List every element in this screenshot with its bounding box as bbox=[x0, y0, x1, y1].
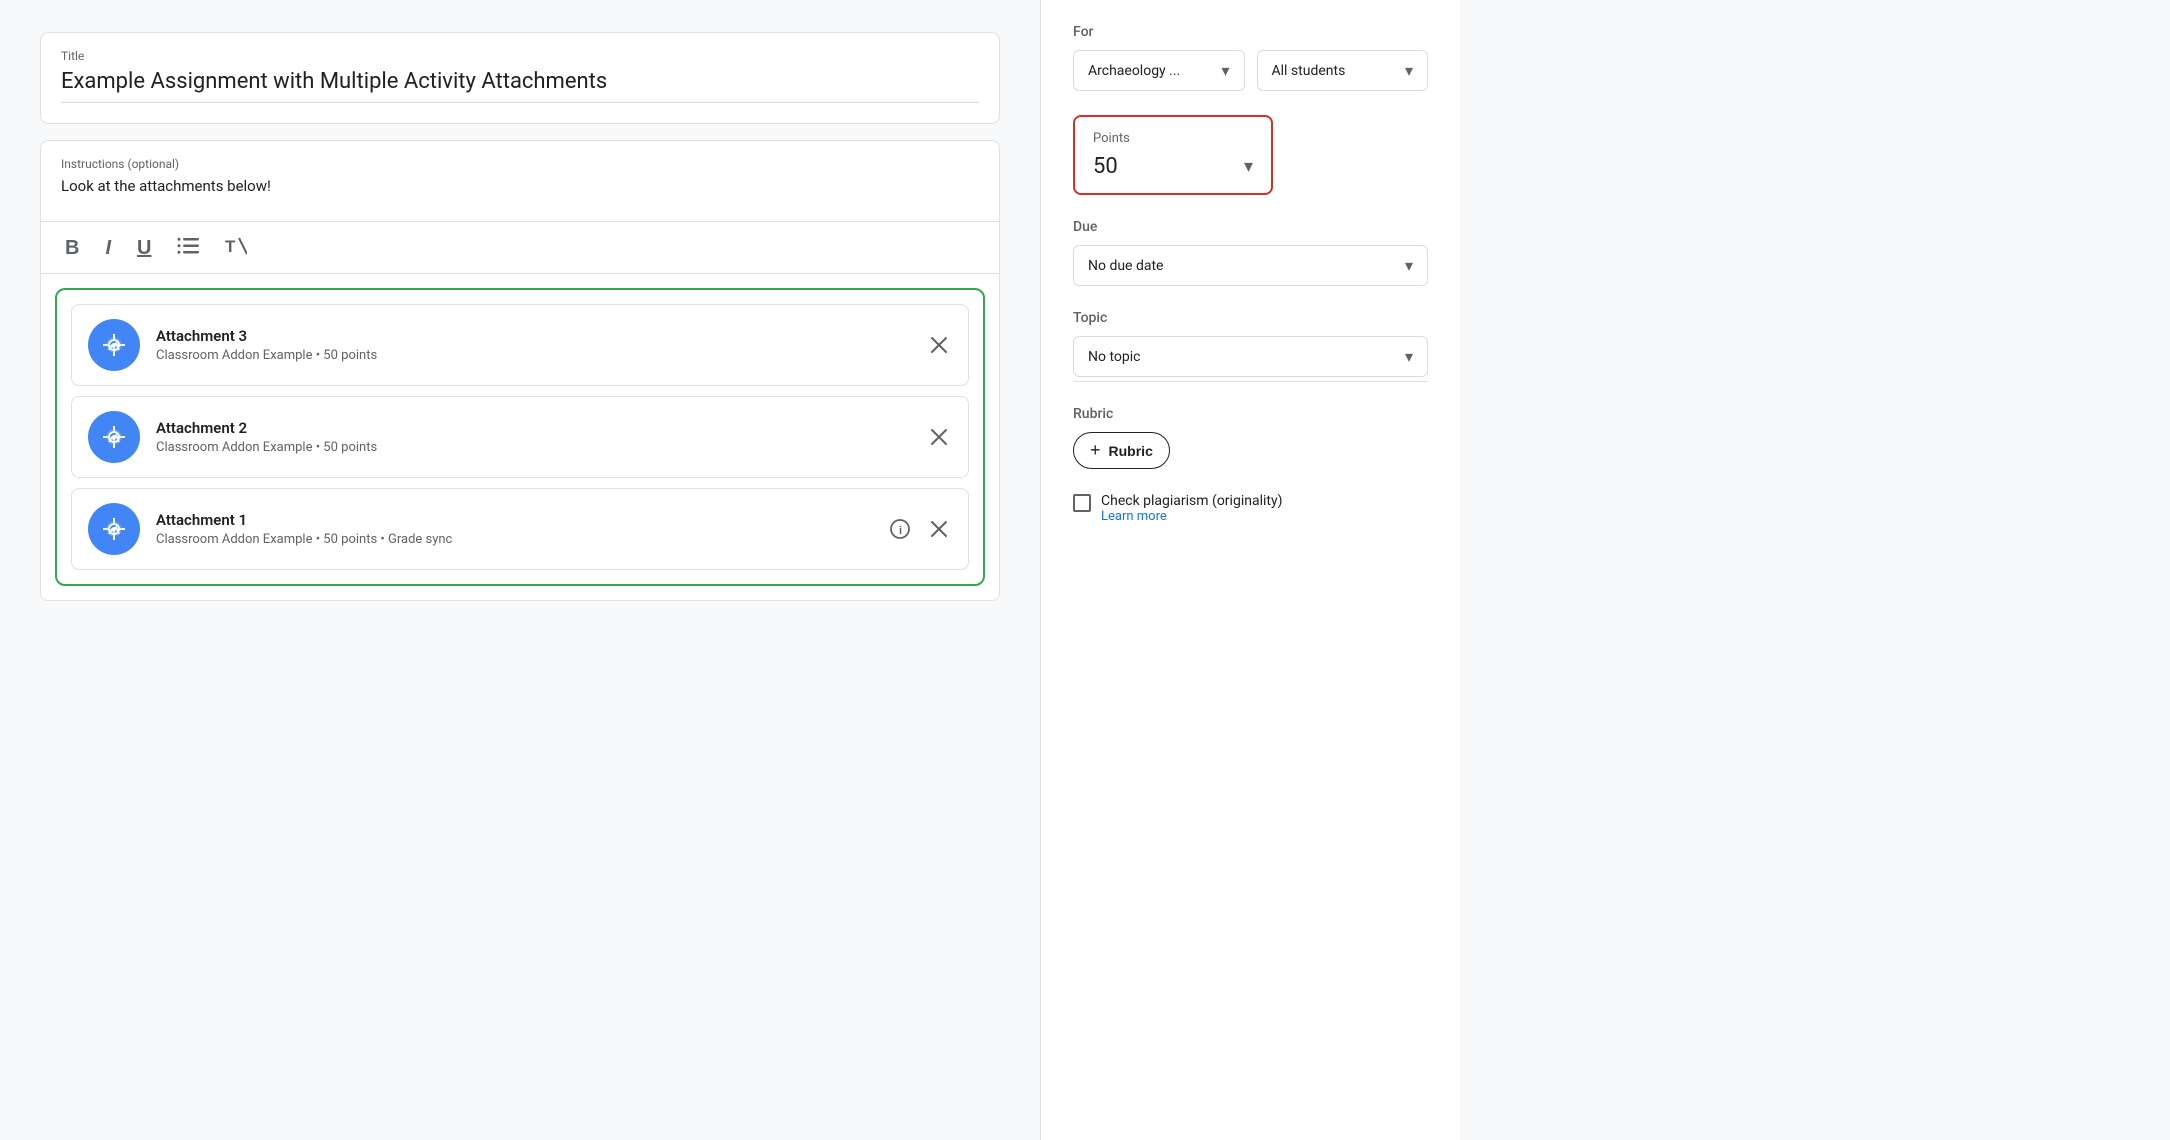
title-section: Title Example Assignment with Multiple A… bbox=[40, 32, 1000, 124]
bold-button[interactable]: B bbox=[61, 234, 83, 262]
list-button[interactable] bbox=[173, 233, 203, 262]
class-dropdown-value: Archaeology ... bbox=[1088, 63, 1180, 79]
due-dropdown-value: No due date bbox=[1088, 258, 1163, 274]
attachment-name-1: Attachment 1 bbox=[156, 511, 870, 529]
italic-button[interactable]: I bbox=[101, 234, 115, 262]
plagiarism-checkbox[interactable] bbox=[1073, 494, 1091, 512]
attachment-actions-3 bbox=[926, 332, 952, 358]
add-rubric-button[interactable]: + Rubric bbox=[1073, 432, 1170, 469]
rubric-btn-label: Rubric bbox=[1109, 443, 1153, 459]
due-section: Due No due date ▾ bbox=[1073, 219, 1428, 286]
svg-text:T: T bbox=[225, 237, 236, 256]
attachment-actions-2 bbox=[926, 424, 952, 450]
underline-button[interactable]: U bbox=[133, 234, 155, 262]
for-section: For Archaeology ... ▾ All students ▾ bbox=[1073, 24, 1428, 91]
due-dropdown-chevron: ▾ bbox=[1405, 256, 1413, 275]
points-value-row: 50 ▾ bbox=[1093, 154, 1253, 179]
topic-dropdown-value: No topic bbox=[1088, 349, 1140, 365]
divider bbox=[1073, 381, 1428, 382]
instructions-body: Instructions (optional) Look at the atta… bbox=[41, 141, 999, 221]
topic-section: Topic No topic ▾ bbox=[1073, 310, 1428, 382]
class-dropdown-chevron: ▾ bbox=[1221, 61, 1229, 80]
attachments-list: Attachment 3 Classroom Addon Example • 5… bbox=[55, 288, 985, 586]
points-section: Points 50 ▾ bbox=[1073, 115, 1428, 195]
attachment-info-2: Attachment 2 Classroom Addon Example • 5… bbox=[156, 419, 910, 455]
points-chevron-icon: ▾ bbox=[1244, 156, 1253, 177]
topic-dropdown[interactable]: No topic ▾ bbox=[1073, 336, 1428, 377]
points-box[interactable]: Points 50 ▾ bbox=[1073, 115, 1273, 195]
plagiarism-label: Check plagiarism (originality) bbox=[1101, 493, 1282, 509]
topic-dropdown-chevron: ▾ bbox=[1405, 347, 1413, 366]
points-value: 50 bbox=[1093, 154, 1118, 179]
attachment-actions-1: i bbox=[886, 515, 952, 543]
learn-more-link[interactable]: Learn more bbox=[1101, 509, 1282, 524]
title-label: Title bbox=[61, 49, 979, 63]
attachment-icon-3 bbox=[88, 319, 140, 371]
rubric-section: Rubric + Rubric bbox=[1073, 406, 1428, 469]
attachment-info-3: Attachment 3 Classroom Addon Example • 5… bbox=[156, 327, 910, 363]
plagiarism-section: Check plagiarism (originality) Learn mor… bbox=[1073, 493, 1428, 524]
svg-text:i: i bbox=[899, 525, 902, 537]
clear-format-button[interactable]: T bbox=[221, 232, 251, 263]
rubric-plus-icon: + bbox=[1090, 440, 1101, 461]
instructions-label: Instructions (optional) bbox=[61, 157, 979, 171]
attachment-icon-1 bbox=[88, 503, 140, 555]
for-label: For bbox=[1073, 24, 1428, 40]
remove-attachment-1-button[interactable] bbox=[926, 516, 952, 542]
attachment-name-2: Attachment 2 bbox=[156, 419, 910, 437]
side-panel: For Archaeology ... ▾ All students ▾ Poi… bbox=[1040, 0, 1460, 1140]
students-dropdown-value: All students bbox=[1272, 63, 1346, 79]
rubric-label: Rubric bbox=[1073, 406, 1428, 422]
instructions-input[interactable]: Look at the attachments below! bbox=[61, 177, 979, 195]
students-dropdown[interactable]: All students ▾ bbox=[1257, 50, 1429, 91]
class-dropdown[interactable]: Archaeology ... ▾ bbox=[1073, 50, 1245, 91]
for-dropdowns: Archaeology ... ▾ All students ▾ bbox=[1073, 50, 1428, 91]
attachment-icon-2 bbox=[88, 411, 140, 463]
attachment-meta-1: Classroom Addon Example • 50 points • Gr… bbox=[156, 532, 870, 547]
remove-attachment-3-button[interactable] bbox=[926, 332, 952, 358]
attachment-info-1: Attachment 1 Classroom Addon Example • 5… bbox=[156, 511, 870, 547]
attachment-meta-2: Classroom Addon Example • 50 points bbox=[156, 440, 910, 455]
students-dropdown-chevron: ▾ bbox=[1405, 61, 1413, 80]
points-label: Points bbox=[1093, 131, 1253, 146]
attachment-card-3: Attachment 3 Classroom Addon Example • 5… bbox=[71, 304, 969, 386]
due-dropdown[interactable]: No due date ▾ bbox=[1073, 245, 1428, 286]
editor-section: Instructions (optional) Look at the atta… bbox=[40, 140, 1000, 601]
due-label: Due bbox=[1073, 219, 1428, 235]
attachments-area: Attachment 3 Classroom Addon Example • 5… bbox=[41, 274, 999, 600]
remove-attachment-2-button[interactable] bbox=[926, 424, 952, 450]
topic-label: Topic bbox=[1073, 310, 1428, 326]
plagiarism-text: Check plagiarism (originality) Learn mor… bbox=[1101, 493, 1282, 524]
attachment-name-3: Attachment 3 bbox=[156, 327, 910, 345]
attachment-card-2: Attachment 2 Classroom Addon Example • 5… bbox=[71, 396, 969, 478]
info-attachment-1-button[interactable]: i bbox=[886, 515, 914, 543]
attachment-card-1: Attachment 1 Classroom Addon Example • 5… bbox=[71, 488, 969, 570]
formatting-toolbar: B I U T bbox=[41, 221, 999, 274]
title-input[interactable]: Example Assignment with Multiple Activit… bbox=[61, 69, 979, 103]
attachment-meta-3: Classroom Addon Example • 50 points bbox=[156, 348, 910, 363]
